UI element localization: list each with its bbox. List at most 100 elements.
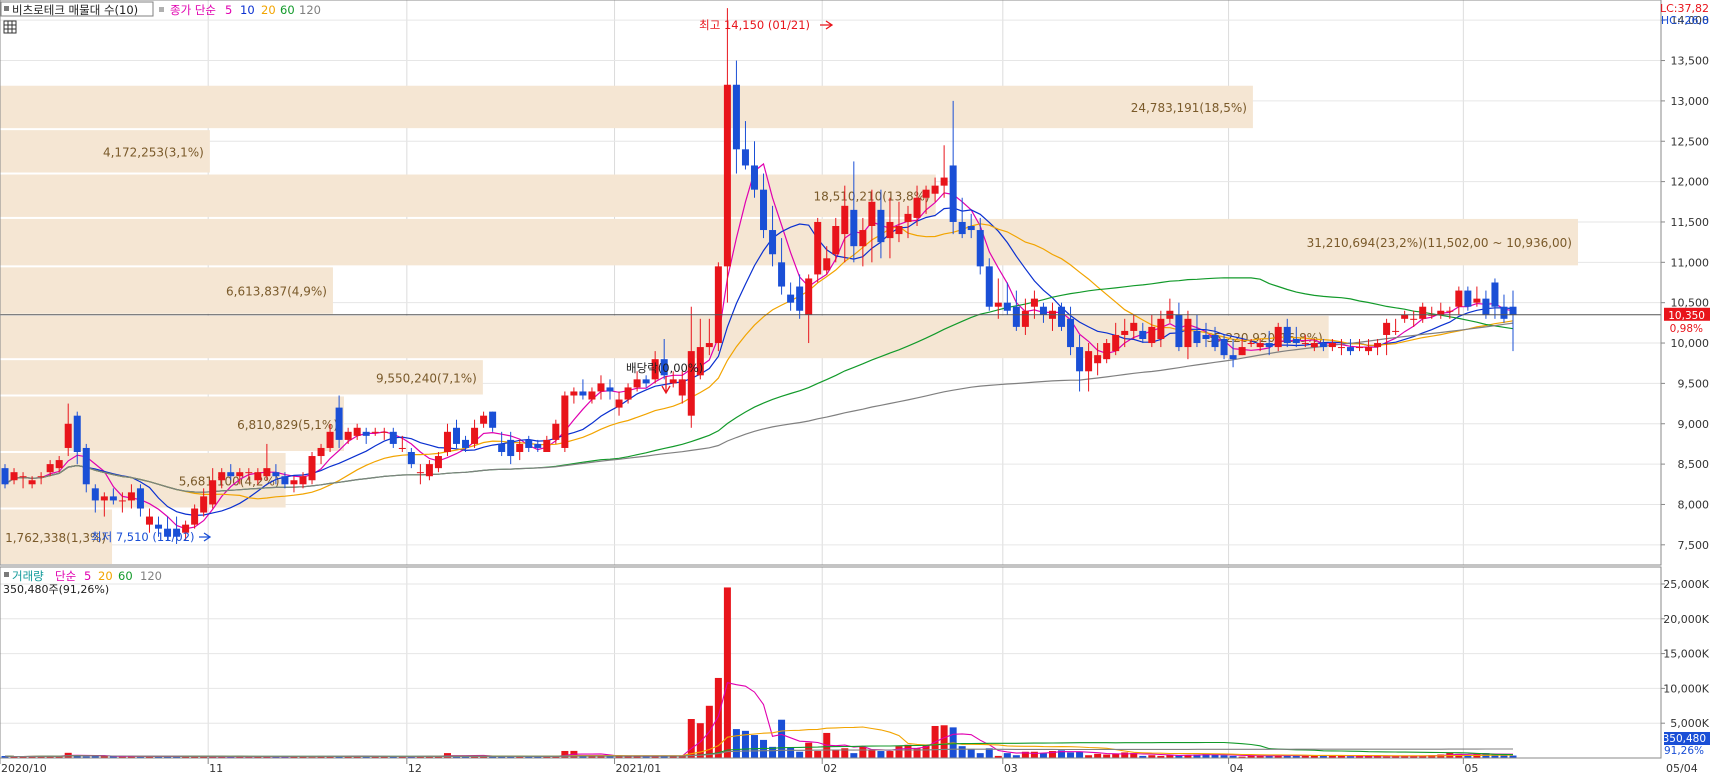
candle-body <box>985 266 993 307</box>
candle-body <box>1 468 9 485</box>
candle-body <box>82 447 90 485</box>
candle-body <box>841 205 849 235</box>
candle-body <box>1292 339 1300 344</box>
volume-bar <box>1076 751 1084 758</box>
candle <box>561 391 569 452</box>
volume-bar <box>778 719 786 758</box>
candle-body <box>1301 343 1309 345</box>
candle-body <box>1446 310 1454 312</box>
ma60-label: 60 <box>280 3 295 17</box>
candle-body <box>1220 339 1228 356</box>
y-tick-label: 8,000 <box>1678 498 1710 511</box>
y-tick-label: 11,000 <box>1671 256 1710 269</box>
y-tick-label: 25,000K <box>1663 578 1709 591</box>
candle-body <box>425 464 433 477</box>
candle-body <box>1473 298 1481 303</box>
candle-body <box>823 258 831 271</box>
candle-body <box>850 209 858 247</box>
candle-body <box>552 423 560 440</box>
candle-body <box>245 472 253 474</box>
candle-body <box>1437 310 1445 315</box>
candle-body <box>1256 343 1264 348</box>
candle-body <box>895 226 903 235</box>
candle-body <box>1319 343 1327 348</box>
volume-bar <box>814 751 822 758</box>
y-tick-label: 13,500 <box>1671 55 1710 68</box>
candle-body <box>886 221 894 239</box>
hc-label: HC:-26,8 <box>1661 14 1709 27</box>
low-annotation: 최저 7,510 (11/02) <box>91 530 212 544</box>
candle-body <box>1464 290 1472 307</box>
candle-body <box>254 472 262 481</box>
candle-body <box>407 452 415 465</box>
candle-body <box>1193 330 1201 344</box>
high-label: 최고 14,150 (01/21) <box>699 18 810 32</box>
vma20-label: 20 <box>98 569 113 583</box>
volume-bar <box>958 746 966 758</box>
candle-body <box>1021 310 1029 327</box>
table-icon[interactable] <box>3 20 17 34</box>
volume-bar <box>750 735 758 758</box>
candle-body <box>1030 298 1038 307</box>
profile-bar <box>0 174 936 217</box>
volume-pct-tag-text: 91,26% <box>1664 745 1704 757</box>
candle-body <box>705 343 713 348</box>
x-tick-label: 11 <box>209 762 223 775</box>
candle-body <box>480 415 488 424</box>
candle-body <box>561 395 569 448</box>
candle-body <box>191 508 199 525</box>
candle-body <box>516 443 524 452</box>
vma5-label: 5 <box>84 569 91 583</box>
candle <box>714 262 722 352</box>
y-tick-label: 10,000K <box>1663 682 1709 695</box>
candle-body <box>1112 334 1120 352</box>
candle-body <box>534 443 542 448</box>
candle-body <box>10 472 18 481</box>
y-tick-label: 12,000 <box>1671 176 1710 189</box>
candle <box>1274 322 1282 352</box>
candle-body <box>1491 282 1499 307</box>
candle-body <box>281 476 289 485</box>
candle-body <box>967 226 975 231</box>
profile-label: 24,783,191(18,5%) <box>1131 101 1247 115</box>
candle-body <box>1392 330 1400 332</box>
y-tick-label: 5,000K <box>1670 717 1709 730</box>
y-tick-label: 13,000 <box>1671 95 1710 108</box>
x-tick-label: 12 <box>408 762 422 775</box>
candle-body <box>1157 318 1165 339</box>
candle-body <box>498 443 506 452</box>
candle-body <box>769 230 777 255</box>
indicator-marker-icon <box>4 6 9 11</box>
dividend-label: 배당락(0,00%) <box>626 361 703 375</box>
candle-body <box>398 447 406 449</box>
candle-body <box>1283 326 1291 344</box>
candle-body <box>868 201 876 226</box>
candle-body <box>1238 347 1246 356</box>
candle-body <box>1003 302 1011 311</box>
candle-body <box>272 472 280 477</box>
candle-body <box>760 189 768 231</box>
candle-body <box>1401 314 1409 319</box>
x-tick-label: 2021/01 <box>616 762 662 775</box>
candle-body <box>443 431 451 452</box>
volume-bar <box>1067 752 1075 758</box>
price-tag-text: 10,350 <box>1668 310 1705 322</box>
volume-title: 거래량 <box>12 569 44 583</box>
ma-marker-icon <box>159 7 164 12</box>
y-tick-label: 9,500 <box>1678 377 1710 390</box>
candle-body <box>1139 330 1147 339</box>
profile-label: 6,613,837(4,9%) <box>226 285 327 299</box>
vma120-label: 120 <box>140 569 162 583</box>
candle-body <box>344 431 352 440</box>
x-tick-label: 05 <box>1464 762 1478 775</box>
volume-bar <box>732 729 740 758</box>
x-tick-label: 04 <box>1230 762 1244 775</box>
candle-body <box>290 480 298 485</box>
candle-body <box>1500 306 1508 319</box>
candle-body <box>389 431 397 444</box>
volume-bar <box>895 746 903 758</box>
x-tick-label: 2020/10 <box>1 762 47 775</box>
volume-bar <box>976 753 984 758</box>
candle-body <box>931 185 939 194</box>
candle-body <box>218 472 226 481</box>
